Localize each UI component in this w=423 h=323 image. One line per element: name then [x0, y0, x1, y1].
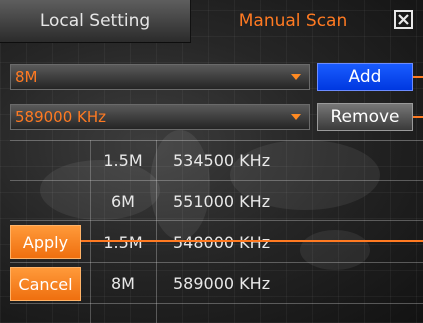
channel-frequency: 534500 KHz — [173, 150, 271, 170]
tab-local-setting[interactable]: Local Setting — [0, 0, 191, 43]
channel-frequency: 551000 KHz — [173, 191, 271, 211]
tab-manual-scan[interactable]: Manual Scan — [205, 0, 381, 42]
bandwidth-select[interactable]: 8M — [10, 64, 310, 90]
table-row[interactable]: 1.5M 548000 KHz — [90, 222, 423, 262]
bandwidth-select-value: 8M — [15, 68, 38, 86]
apply-button[interactable]: Apply — [10, 225, 81, 259]
frequency-select-value: 589000 KHz — [15, 108, 107, 126]
channel-bandwidth: 8M — [111, 273, 135, 293]
table-row[interactable]: 1.5M 534500 KHz — [90, 140, 423, 180]
remove-indicator — [413, 116, 423, 118]
manual-scan-screen: Local Setting Manual Scan 8M 589000 KHz … — [0, 0, 423, 323]
add-button[interactable]: Add — [317, 63, 413, 91]
add-indicator — [413, 76, 423, 78]
apply-indicator-line — [81, 240, 423, 242]
tab-label: Local Setting — [39, 11, 151, 31]
channel-frequency: 589000 KHz — [173, 273, 271, 293]
tab-label: Manual Scan — [238, 11, 348, 31]
table-row[interactable]: 8M 589000 KHz — [90, 263, 423, 303]
cancel-button[interactable]: Cancel — [10, 267, 81, 301]
remove-button[interactable]: Remove — [317, 103, 413, 131]
channel-bandwidth: 6M — [111, 191, 135, 211]
channel-bandwidth: 1.5M — [103, 150, 143, 170]
chevron-down-icon — [291, 114, 301, 120]
table-divider — [10, 303, 423, 304]
frequency-select[interactable]: 589000 KHz — [10, 104, 310, 130]
chevron-down-icon — [291, 74, 301, 80]
channel-frequency: 548000 KHz — [173, 232, 271, 252]
close-button[interactable] — [394, 10, 413, 29]
channel-bandwidth: 1.5M — [103, 232, 143, 252]
table-row[interactable]: 6M 551000 KHz — [90, 181, 423, 221]
close-x-icon — [398, 14, 409, 25]
